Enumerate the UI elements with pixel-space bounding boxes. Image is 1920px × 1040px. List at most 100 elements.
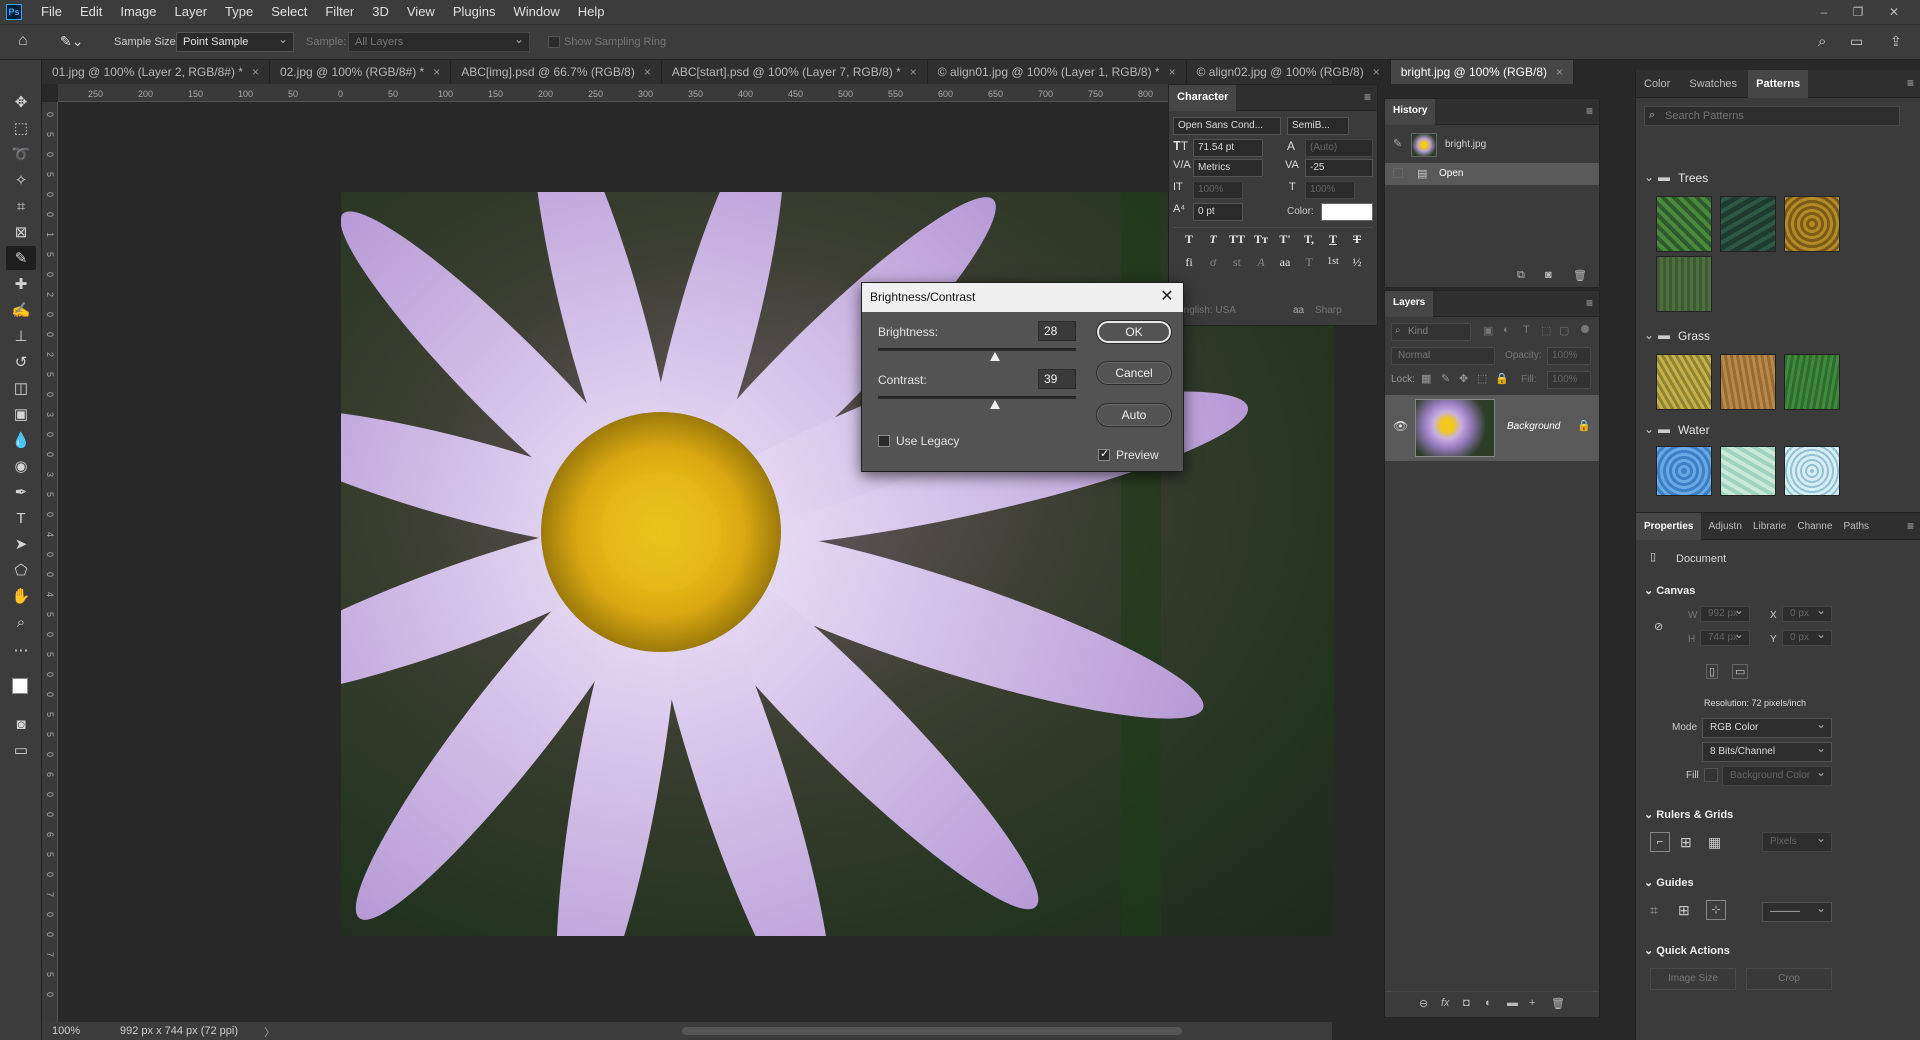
baseline-shift-field[interactable]: 0 pt	[1193, 203, 1243, 221]
canvas-section-header[interactable]: ⌄ Canvas	[1644, 584, 1695, 597]
swash-button[interactable]: A	[1251, 253, 1271, 271]
close-icon[interactable]: ×	[1556, 65, 1563, 79]
horizontal-scale-field[interactable]: 100%	[1305, 181, 1355, 199]
blur-tool-icon[interactable]: 💧	[6, 428, 36, 452]
close-icon[interactable]: ×	[433, 65, 440, 79]
x-field[interactable]: 0 px	[1782, 603, 1832, 622]
sample-size-select[interactable]: Point Sample	[176, 30, 294, 52]
ok-button[interactable]: OK	[1096, 320, 1172, 344]
fill-swatch[interactable]	[1704, 768, 1718, 782]
panel-menu-icon[interactable]: ≡	[1907, 519, 1914, 533]
fx-icon[interactable]: fx	[1441, 997, 1450, 1009]
font-family-select[interactable]: Open Sans Cond...	[1173, 117, 1281, 135]
eyedropper-preset-icon[interactable]: ✎⌄	[60, 33, 83, 50]
smart-guides-icon[interactable]: ⊹	[1706, 900, 1726, 920]
screen-mode-icon[interactable]: ▭	[6, 738, 36, 762]
panel-menu-icon[interactable]: ≡	[1364, 90, 1371, 104]
guides-icon[interactable]: ⌗	[1650, 902, 1658, 919]
swatches-tab[interactable]: Swatches	[1681, 70, 1745, 98]
minimize-button[interactable]: –	[1812, 0, 1836, 24]
lasso-tool-icon[interactable]: ➰	[6, 142, 36, 166]
stylistic-alternates-button[interactable]: st	[1227, 253, 1247, 271]
faux-italic-button[interactable]: T	[1203, 230, 1223, 248]
tracking-field[interactable]: -25	[1305, 159, 1373, 177]
brightness-field[interactable]: 28	[1038, 321, 1076, 341]
doc-tab[interactable]: © align02.jpg @ 100% (RGB/8) ×	[1187, 60, 1391, 84]
channels-tab[interactable]: Channe	[1793, 513, 1836, 540]
brush-tool-icon[interactable]: ✍	[6, 298, 36, 322]
pattern-swatch[interactable]	[1656, 446, 1712, 496]
menu-view[interactable]: View	[398, 0, 444, 24]
lock-icon[interactable]: 🔒	[1577, 419, 1591, 432]
kind-filter-select[interactable]: Kind	[1391, 323, 1471, 341]
new-layer-icon[interactable]: +	[1529, 997, 1535, 1009]
status-arrow-icon[interactable]: 〉	[264, 1024, 275, 1040]
lock-position-icon[interactable]: ✥	[1459, 372, 1468, 385]
use-legacy-checkbox[interactable]	[878, 435, 890, 448]
pattern-swatch[interactable]	[1656, 256, 1712, 312]
trash-icon[interactable]: 🗑	[1573, 269, 1587, 282]
titling-alternates-button[interactable]: aa	[1275, 253, 1295, 271]
pattern-swatch[interactable]	[1720, 354, 1776, 410]
vertical-scale-field[interactable]: 100%	[1193, 181, 1243, 199]
menu-3d[interactable]: 3D	[363, 0, 398, 24]
clone-stamp-tool-icon[interactable]: ⊥	[6, 324, 36, 348]
doc-tab[interactable]: ABC[start].psd @ 100% (Layer 7, RGB/8) *…	[662, 60, 928, 84]
doc-tab[interactable]: ABC[img].psd @ 66.7% (RGB/8) ×	[451, 60, 662, 84]
zoom-level[interactable]: 100%	[52, 1025, 80, 1037]
image-size-button[interactable]: Image Size	[1650, 968, 1736, 990]
character-tab[interactable]: Character	[1169, 85, 1237, 111]
ordinals-button[interactable]: 1st	[1323, 253, 1343, 271]
contrast-slider[interactable]	[878, 396, 1076, 399]
history-tab[interactable]: History	[1385, 99, 1436, 125]
libraries-tab[interactable]: Librarie	[1749, 513, 1790, 540]
crop-tool-icon[interactable]: ⌗	[6, 194, 36, 218]
menu-filter[interactable]: Filter	[316, 0, 363, 24]
text-color-swatch[interactable]	[1321, 203, 1373, 221]
y-field[interactable]: 0 px	[1782, 627, 1832, 646]
new-document-from-state-icon[interactable]: ⧉	[1517, 269, 1525, 282]
zoom-tool-icon[interactable]: ⌕	[6, 610, 36, 634]
superscript-button[interactable]: T'	[1275, 230, 1295, 248]
panel-menu-icon[interactable]: ≡	[1586, 104, 1593, 118]
filter-smart-object-icon[interactable]: ▢	[1559, 324, 1569, 337]
chevron-down-icon[interactable]: ⌄	[1644, 422, 1654, 436]
lock-pixels-icon[interactable]: ✎	[1441, 372, 1450, 385]
bit-depth-select[interactable]: 8 Bits/Channel	[1702, 739, 1832, 762]
color-mode-select[interactable]: RGB Color	[1702, 715, 1832, 738]
quick-mask-icon[interactable]: ◙	[6, 712, 36, 736]
eraser-tool-icon[interactable]: ◫	[6, 376, 36, 400]
pattern-search-field[interactable]: ⌕	[1644, 106, 1900, 126]
guides-header[interactable]: ⌄ Guides	[1644, 876, 1694, 889]
ruler-units-select[interactable]: Pixels	[1762, 829, 1832, 852]
hand-tool-icon[interactable]: ✋	[6, 584, 36, 608]
language-select[interactable]: English: USA	[1173, 303, 1277, 321]
dodge-tool-icon[interactable]: ◉	[6, 454, 36, 478]
kerning-field[interactable]: Metrics	[1193, 159, 1263, 177]
move-tool-icon[interactable]: ✥	[6, 90, 36, 114]
paths-tab[interactable]: Paths	[1839, 513, 1873, 540]
dialog-close-icon[interactable]: ✕	[1157, 287, 1177, 307]
close-icon[interactable]: ×	[252, 65, 259, 79]
history-checkbox[interactable]	[1393, 168, 1403, 178]
menu-plugins[interactable]: Plugins	[444, 0, 505, 24]
share-icon[interactable]: ⇪	[1890, 33, 1902, 50]
menu-edit[interactable]: Edit	[71, 0, 111, 24]
small-caps-button[interactable]: Tт	[1251, 230, 1271, 248]
history-item[interactable]: ▤ Open	[1385, 163, 1599, 185]
camera-icon[interactable]: ◙	[1545, 269, 1552, 281]
fractions-button[interactable]: ½	[1347, 253, 1367, 271]
menu-type[interactable]: Type	[216, 0, 262, 24]
close-icon[interactable]: ×	[1169, 65, 1176, 79]
menu-layer[interactable]: Layer	[166, 0, 217, 24]
blend-mode-select[interactable]: Normal	[1391, 347, 1495, 365]
more-tools-icon[interactable]: ⋯	[6, 638, 36, 662]
width-field[interactable]: 992 px	[1700, 603, 1750, 622]
add-guide-icon[interactable]: ⊞	[1678, 902, 1690, 919]
leading-field[interactable]: (Auto)	[1305, 139, 1373, 157]
cancel-button[interactable]: Cancel	[1096, 361, 1172, 385]
auto-button[interactable]: Auto	[1096, 403, 1172, 427]
close-window-button[interactable]: ✕	[1882, 0, 1906, 24]
panel-menu-icon[interactable]: ≡	[1907, 76, 1914, 90]
add-mask-icon[interactable]: ◘	[1463, 997, 1470, 1009]
